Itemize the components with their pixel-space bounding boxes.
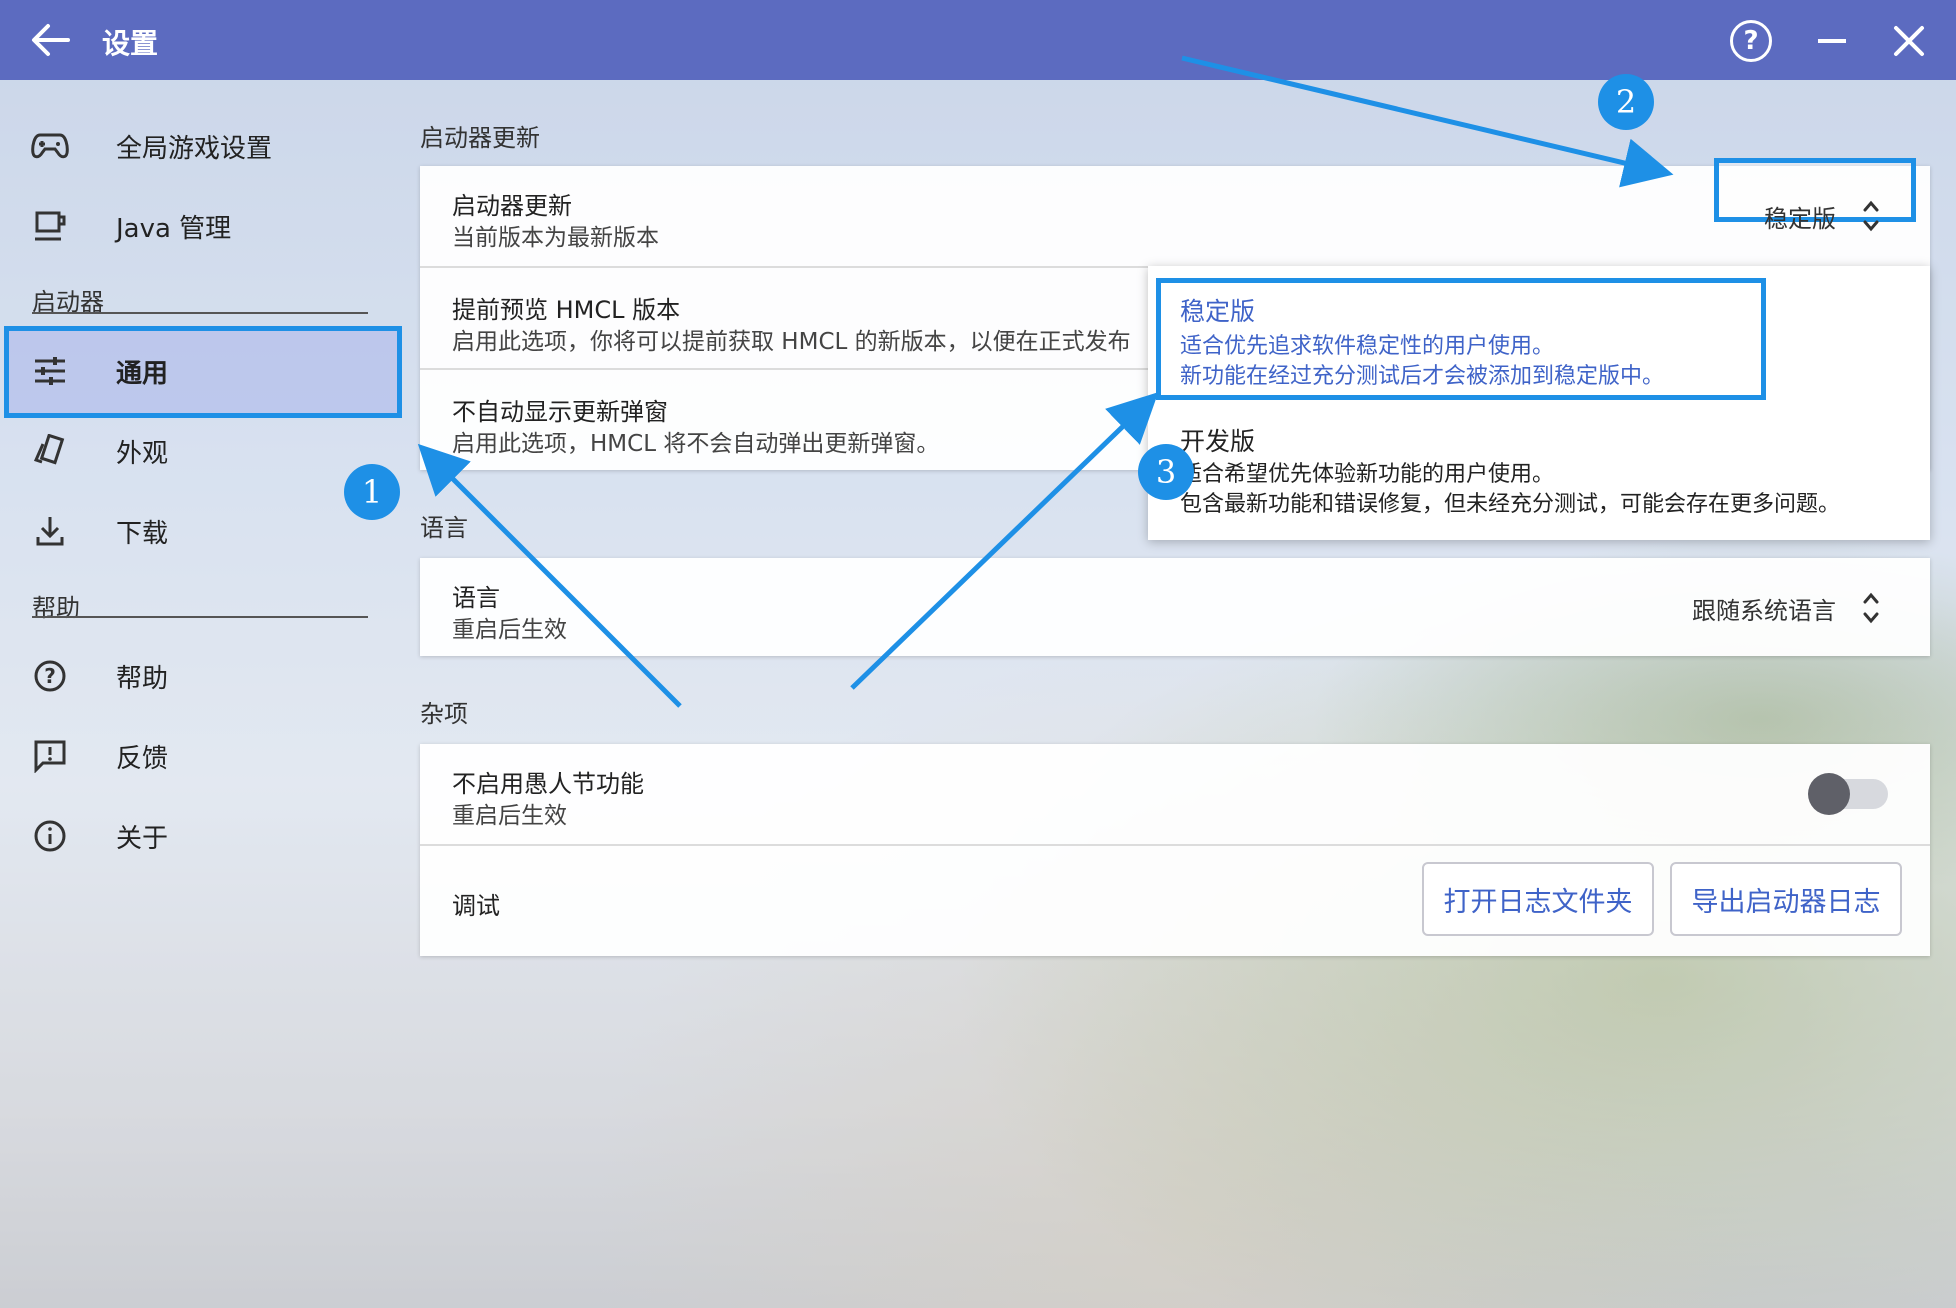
export-launcher-logs-button[interactable]: 导出启动器日志 [1670,862,1902,936]
close-icon[interactable] [1892,24,1926,58]
sidebar-item-help[interactable]: ? 帮助 [30,646,168,706]
update-channel-dropdown: 稳定版 适合优先追求软件稳定性的用户使用。 新功能在经过充分测试后才会被添加到稳… [1148,266,1930,540]
april-fools-title: 不启用愚人节功能 [452,770,644,798]
open-log-folder-button[interactable]: 打开日志文件夹 [1422,862,1654,936]
annotation-badge-1: 1 [344,464,400,520]
download-icon [30,511,70,551]
help-circle-icon: ? [30,656,70,696]
preview-hmcl-title: 提前预览 HMCL 版本 [452,296,681,324]
section-title-language: 语言 [420,514,468,542]
info-icon [30,816,70,856]
chevron-up-down-icon [1863,200,1879,232]
update-channel-title: 启动器更新 [452,192,572,220]
sidebar-item-java-management[interactable]: Java 管理 [30,196,231,256]
sidebar-divider [32,312,368,314]
update-channel-subtitle: 当前版本为最新版本 [452,225,659,251]
language-value: 跟随系统语言 [1692,596,1836,625]
sidebar-item-label: 通用 [116,358,169,389]
sidebar-item-download[interactable]: 下载 [30,501,168,561]
disable-update-popup-title: 不自动显示更新弹窗 [452,398,668,426]
sidebar-item-label: 关于 [116,823,169,854]
sidebar-item-general[interactable]: 通用 [30,341,168,401]
update-channel-row: 启动器更新 当前版本为最新版本 [420,166,1930,266]
sidebar-item-appearance[interactable]: 外观 [30,421,168,481]
sidebar-item-label: 全局游戏设置 [116,133,273,164]
window-title: 设置 [102,27,159,60]
chevron-up-down-icon [1863,592,1879,624]
sidebar-item-label: 反馈 [116,743,169,774]
sidebar-item-label: 外观 [116,438,169,469]
update-channel-value: 稳定版 [1764,204,1836,233]
april-fools-subtitle: 重启后生效 [452,803,567,829]
debug-title: 调试 [452,892,500,920]
april-fools-row: 不启用愚人节功能 重启后生效 [420,744,1930,844]
option-dev-title: 开发版 [1180,427,1256,456]
feedback-icon [30,736,70,776]
section-title-misc: 杂项 [420,700,468,728]
java-icon [30,206,70,246]
annotation-badge-2: 2 [1598,74,1654,130]
sidebar-item-feedback[interactable]: 反馈 [30,726,168,786]
language-selector[interactable]: 跟随系统语言 [1692,590,1880,626]
sidebar-item-label: 下载 [116,518,169,549]
sidebar-divider [32,616,368,618]
language-title: 语言 [452,584,500,612]
annotation-badge-3: 3 [1138,444,1194,500]
option-dev-desc-2: 包含最新功能和错误修复，但未经充分测试，可能会存在更多问题。 [1180,492,1841,517]
sidebar-item-label: 帮助 [116,663,169,694]
gamepad-icon [30,126,70,166]
back-arrow-icon[interactable] [30,22,70,58]
section-title-launcher-update: 启动器更新 [420,124,540,152]
option-dev-desc-1: 适合希望优先体验新功能的用户使用。 [1180,462,1555,487]
sidebar-item-global-game-settings[interactable]: 全局游戏设置 [30,116,272,176]
preview-hmcl-subtitle: 启用此选项，你将可以提前获取 HMCL 的新版本，以便在正式发布 [452,329,1131,355]
stable-option-highlight [1156,278,1766,400]
minimize-icon[interactable] [1818,39,1846,43]
update-channel-selector[interactable]: 稳定版 [1764,198,1880,234]
palette-icon [30,431,70,471]
help-icon[interactable]: ? [1730,20,1772,62]
language-subtitle: 重启后生效 [452,617,567,643]
disable-update-popup-subtitle: 启用此选项，HMCL 将不会自动弹出更新弹窗。 [452,431,940,457]
title-bar: 设置 ? [0,0,1956,80]
svg-text:?: ? [44,664,56,688]
sidebar-item-label: Java 管理 [116,213,232,244]
toggle-thumb[interactable] [1808,773,1850,815]
sidebar-item-about[interactable]: 关于 [30,806,168,866]
sliders-icon [30,351,70,391]
